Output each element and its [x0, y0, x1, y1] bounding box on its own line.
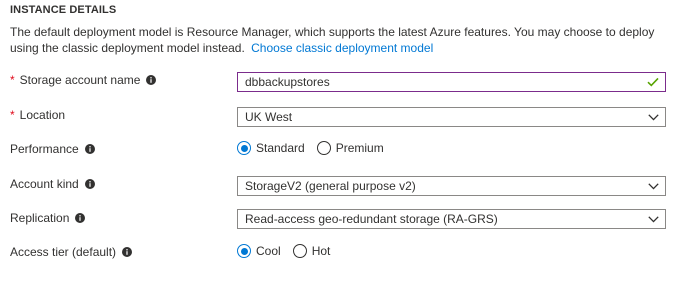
info-icon[interactable]	[75, 213, 86, 223]
required-asterisk: *	[10, 108, 15, 122]
info-icon[interactable]	[122, 247, 133, 257]
account-kind-label: Account kind	[10, 177, 79, 191]
location-label-row: * Location	[10, 108, 65, 122]
required-asterisk: *	[10, 73, 15, 87]
checkmark-icon	[643, 73, 663, 91]
performance-standard-label: Standard	[256, 141, 305, 155]
chevron-down-icon	[643, 108, 663, 126]
chevron-down-icon	[643, 210, 663, 228]
choose-classic-deployment-link[interactable]: Choose classic deployment model	[251, 41, 433, 55]
info-icon[interactable]	[146, 75, 157, 85]
location-select[interactable]: UK West	[237, 107, 666, 127]
chevron-down-icon	[643, 177, 663, 195]
performance-option-standard[interactable]: Standard	[237, 141, 305, 155]
account-kind-value: StorageV2 (general purpose v2)	[245, 179, 416, 193]
performance-radio-group: Standard Premium	[237, 141, 396, 155]
performance-label: Performance	[10, 142, 79, 156]
access-tier-option-hot[interactable]: Hot	[292, 244, 331, 258]
deployment-description: The default deployment model is Resource…	[10, 25, 670, 56]
performance-option-premium[interactable]: Premium	[316, 141, 384, 155]
account-kind-label-row: Account kind	[10, 177, 95, 191]
storage-account-name-label-row: * Storage account name	[10, 73, 157, 87]
section-title: INSTANCE DETAILS	[10, 4, 117, 16]
performance-label-row: Performance	[10, 142, 95, 156]
access-tier-hot-label: Hot	[311, 244, 331, 258]
radio-checked[interactable]	[237, 141, 251, 155]
replication-select[interactable]: Read-access geo-redundant storage (RA-GR…	[237, 209, 666, 229]
replication-value: Read-access geo-redundant storage (RA-GR…	[245, 212, 498, 226]
storage-account-name-value: dbbackupstores	[245, 75, 330, 89]
radio-unchecked[interactable]	[316, 141, 331, 155]
storage-account-name-label: Storage account name	[19, 73, 141, 87]
replication-label: Replication	[10, 211, 70, 225]
access-tier-cool-label: Cool	[256, 244, 281, 258]
access-tier-radio-group: Cool Hot	[237, 244, 342, 258]
access-tier-option-cool[interactable]: Cool	[237, 244, 281, 258]
info-icon[interactable]	[84, 144, 95, 154]
performance-premium-label: Premium	[335, 141, 384, 155]
access-tier-label: Access tier (default)	[10, 245, 117, 259]
location-label: Location	[19, 108, 66, 122]
storage-account-name-input[interactable]: dbbackupstores	[237, 72, 666, 92]
radio-checked[interactable]	[237, 244, 251, 258]
radio-unchecked[interactable]	[292, 244, 307, 258]
info-icon[interactable]	[84, 179, 95, 189]
access-tier-label-row: Access tier (default)	[10, 245, 133, 259]
account-kind-select[interactable]: StorageV2 (general purpose v2)	[237, 176, 666, 196]
replication-label-row: Replication	[10, 211, 86, 225]
location-value: UK West	[245, 110, 293, 124]
